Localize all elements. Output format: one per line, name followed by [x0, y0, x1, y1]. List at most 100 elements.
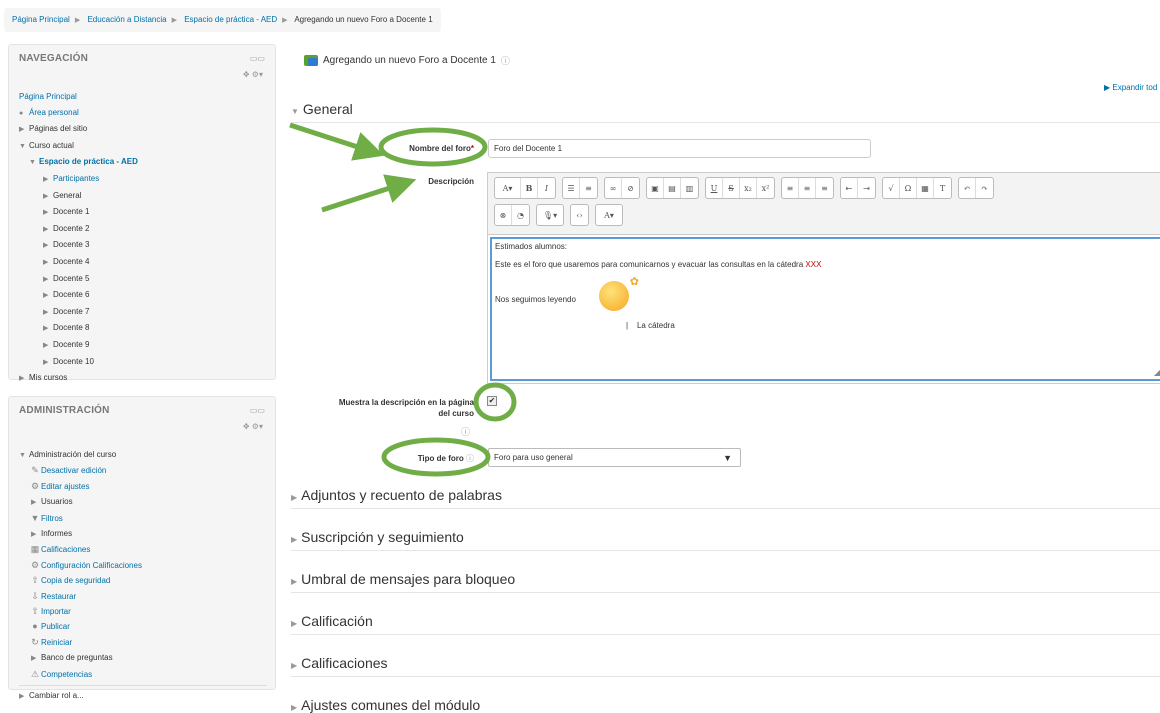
expand-arrow-icon[interactable]: ▶: [43, 238, 53, 254]
html-icon[interactable]: ‹›: [571, 205, 588, 225]
nav-current-course[interactable]: Curso actual: [29, 141, 74, 150]
admin-switch-role[interactable]: Cambiar rol a...: [29, 691, 84, 700]
expand-arrow-icon[interactable]: ▶: [19, 122, 29, 138]
nav-topic[interactable]: Docente 2: [53, 224, 89, 233]
expand-arrow-icon[interactable]: ▶: [31, 495, 41, 510]
admin-item-link[interactable]: Reiniciar: [41, 638, 72, 647]
expand-arrow-icon[interactable]: ▶: [31, 651, 41, 666]
help-icon[interactable]: ⓘ: [461, 425, 470, 438]
expand-arrow-icon[interactable]: ▶: [19, 689, 29, 704]
collapse-arrow-icon[interactable]: ▼: [19, 139, 29, 155]
file-manager-icon[interactable]: ▥: [681, 178, 698, 198]
admin-item-link[interactable]: Desactivar edición: [41, 466, 106, 475]
admin-item-link[interactable]: Editar ajustes: [41, 482, 89, 491]
nav-topic[interactable]: Docente 7: [53, 307, 89, 316]
nav-site-pages[interactable]: Páginas del sitio: [29, 124, 87, 133]
image-icon[interactable]: ▣: [647, 178, 664, 198]
outdent-icon[interactable]: ⇤: [841, 178, 858, 198]
nav-topic[interactable]: Docente 3: [53, 240, 89, 249]
expand-arrow-icon[interactable]: ▶: [43, 305, 53, 321]
section-module-settings[interactable]: ▶ Ajustes comunes del módulo: [291, 697, 1160, 713]
forum-name-input[interactable]: Foro del Docente 1: [488, 139, 871, 158]
dock-icon[interactable]: ▭▭: [250, 406, 265, 415]
breadcrumb-home[interactable]: Página Principal: [12, 15, 70, 24]
admin-item[interactable]: Informes: [41, 529, 72, 538]
admin-item-link[interactable]: Importar: [41, 607, 71, 616]
special-char-icon[interactable]: Ω: [900, 178, 917, 198]
link-icon[interactable]: ∞: [605, 178, 622, 198]
redo-icon[interactable]: ↷: [976, 178, 993, 198]
help-icon[interactable]: ⓘ: [466, 454, 474, 463]
nav-course-link[interactable]: Espacio de práctica - AED: [39, 157, 138, 166]
nav-topic[interactable]: Docente 5: [53, 274, 89, 283]
admin-item-link[interactable]: Calificaciones: [41, 545, 90, 554]
align-center-icon[interactable]: ≡: [799, 178, 816, 198]
collapse-arrow-icon[interactable]: ▼: [19, 448, 29, 463]
media-icon[interactable]: ▤: [664, 178, 681, 198]
underline-icon[interactable]: U: [706, 178, 723, 198]
nav-topic[interactable]: Docente 4: [53, 257, 89, 266]
nav-topic[interactable]: Docente 9: [53, 340, 89, 349]
font-color-icon[interactable]: A▾: [596, 205, 622, 225]
strikethrough-icon[interactable]: S: [723, 178, 740, 198]
section-attachments[interactable]: ▶ Adjuntos y recuento de palabras: [291, 487, 1160, 503]
bold-icon[interactable]: B: [521, 178, 538, 198]
expand-arrow-icon[interactable]: ▶: [43, 172, 53, 188]
paragraph-style-icon[interactable]: A▾: [495, 178, 521, 198]
expand-arrow-icon[interactable]: ▶: [43, 288, 53, 304]
nav-general[interactable]: General: [53, 191, 81, 200]
nav-topic[interactable]: Docente 1: [53, 207, 89, 216]
section-general[interactable]: ▼ General: [291, 101, 1160, 117]
nav-topic[interactable]: Docente 10: [53, 357, 94, 366]
nav-my-courses[interactable]: Mis cursos: [29, 373, 67, 382]
section-ratings[interactable]: ▶ Calificaciones: [291, 655, 1160, 671]
nav-home-link[interactable]: Página Principal: [19, 92, 77, 101]
section-blocking-threshold[interactable]: ▶ Umbral de mensajes para bloqueo: [291, 571, 1160, 587]
forum-type-select[interactable]: Foro para uso general ▼: [488, 448, 741, 467]
nav-topic[interactable]: Docente 8: [53, 323, 89, 332]
description-content[interactable]: Estimados alumnos: Este es el foro que u…: [490, 237, 1160, 381]
align-right-icon[interactable]: ≡: [816, 178, 833, 198]
breadcrumb-distance-education[interactable]: Educación a Distancia: [87, 15, 166, 24]
expand-arrow-icon[interactable]: ▶: [43, 272, 53, 288]
expand-arrow-icon[interactable]: ▶: [43, 222, 53, 238]
admin-course-administration[interactable]: Administración del curso: [29, 450, 116, 459]
admin-item-link[interactable]: Filtros: [41, 514, 63, 523]
admin-item-link[interactable]: Competencias: [41, 670, 92, 679]
bullet-list-icon[interactable]: ☰: [563, 178, 580, 198]
undo-icon[interactable]: ↶: [959, 178, 976, 198]
admin-item-link[interactable]: Copia de seguridad: [41, 576, 110, 585]
equation-icon[interactable]: √: [883, 178, 900, 198]
record-audio-icon[interactable]: 🎙▾: [537, 205, 563, 225]
section-subscription[interactable]: ▶ Suscripción y seguimiento: [291, 529, 1160, 545]
subscript-icon[interactable]: x₂: [740, 178, 757, 198]
table-icon[interactable]: ▦: [917, 178, 934, 198]
admin-item[interactable]: Usuarios: [41, 497, 73, 506]
screenreader-helper-icon[interactable]: ◔: [512, 205, 529, 225]
nav-topic[interactable]: Docente 6: [53, 290, 89, 299]
section-grade[interactable]: ▶ Calificación: [291, 613, 1160, 629]
block-actions-icon[interactable]: ✥ ⚙▾: [243, 70, 263, 79]
align-left-icon[interactable]: ≡: [782, 178, 799, 198]
expand-arrow-icon[interactable]: ▶: [43, 255, 53, 271]
breadcrumb-course[interactable]: Espacio de práctica - AED: [184, 15, 277, 24]
superscript-icon[interactable]: x²: [757, 178, 774, 198]
clear-formatting-icon[interactable]: T: [934, 178, 951, 198]
nav-personal-link[interactable]: Área personal: [29, 108, 79, 117]
expand-arrow-icon[interactable]: ▶: [43, 338, 53, 354]
accessibility-checker-icon[interactable]: ⊗: [495, 205, 512, 225]
expand-arrow-icon[interactable]: ▶: [43, 355, 53, 371]
collapse-arrow-icon[interactable]: ▼: [29, 155, 39, 171]
expand-all-link[interactable]: ▶ Expandir tod: [1104, 83, 1157, 92]
numbered-list-icon[interactable]: ≡: [580, 178, 597, 198]
block-actions-icon[interactable]: ✥ ⚙▾: [243, 422, 263, 431]
italic-icon[interactable]: I: [538, 178, 555, 198]
nav-participants-link[interactable]: Participantes: [53, 174, 99, 183]
admin-item-link[interactable]: Publicar: [41, 622, 70, 631]
help-icon[interactable]: ⓘ: [501, 54, 510, 67]
unlink-icon[interactable]: ⊘: [622, 178, 639, 198]
resize-handle-icon[interactable]: ◢: [1154, 368, 1160, 377]
show-description-checkbox[interactable]: ✔: [487, 396, 497, 406]
expand-arrow-icon[interactable]: ▶: [19, 371, 29, 387]
indent-icon[interactable]: ⇥: [858, 178, 875, 198]
